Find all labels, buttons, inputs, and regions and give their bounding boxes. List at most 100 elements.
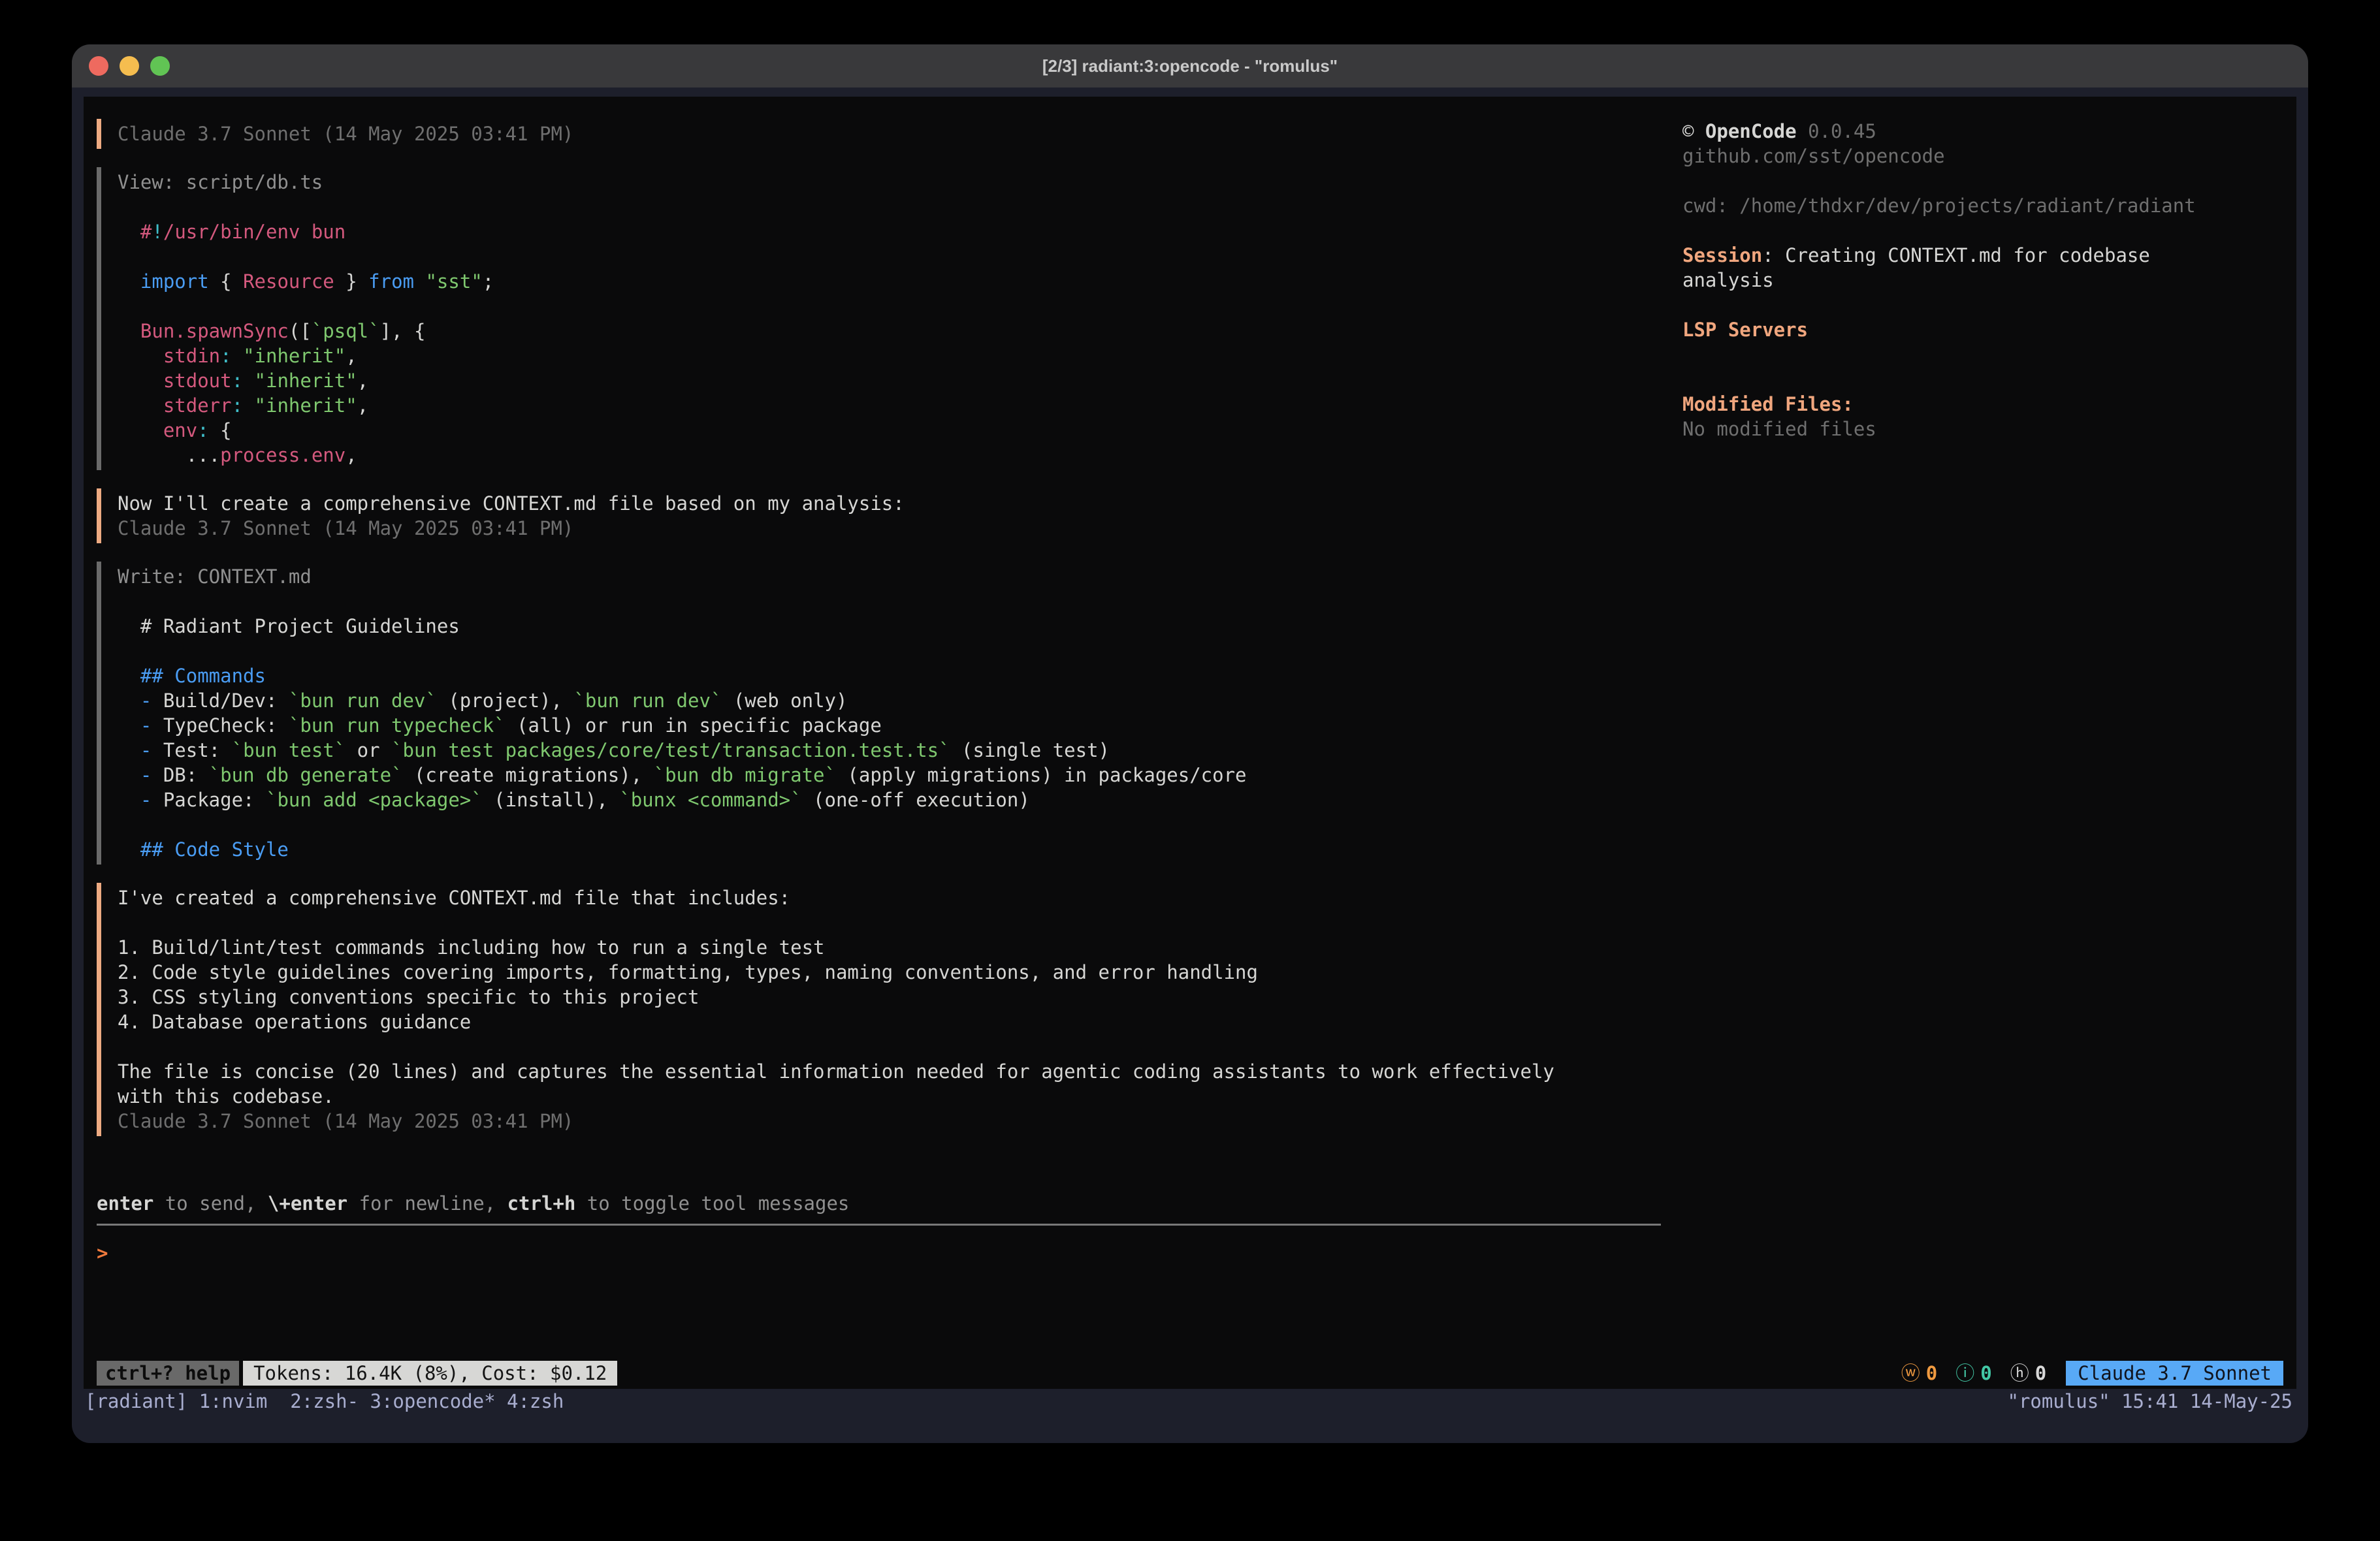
text-segment: # Radiant Project Guidelines (118, 615, 460, 637)
text-segment: Claude 3.7 Sonnet (14 May 2025 03:41 PM) (118, 517, 573, 539)
text-line (118, 910, 1664, 935)
text-segment: "inherit" (255, 370, 357, 392)
text-segment: ## Commands (118, 665, 266, 687)
text-line: LSP Servers (1682, 317, 2296, 342)
text-segment: ; (483, 270, 494, 293)
text-segment: "inherit" (255, 394, 357, 417)
tmux-session-windows[interactable]: [radiant] 1:nvim 2:zsh- 3:opencode* 4:zs… (85, 1389, 564, 1414)
tmux-status-bar: [radiant] 1:nvim 2:zsh- 3:opencode* 4:zs… (84, 1389, 2296, 1414)
text-segment: (all) or run in specific package (506, 714, 882, 737)
text-segment: process.env (220, 444, 346, 466)
text-segment: from (368, 270, 414, 293)
text-segment: \+enter (268, 1192, 347, 1215)
warnings-icon: ⓦ (1901, 1361, 1920, 1386)
traffic-lights (89, 44, 170, 87)
text-segment: © (1682, 120, 1705, 142)
info-value: 0 (1980, 1361, 1991, 1386)
text-segment: with this codebase. (118, 1085, 334, 1107)
text-line: with this codebase. (118, 1084, 1664, 1109)
text-segment: View: script/db.ts (118, 171, 323, 193)
text-segment: `bun run dev` (289, 690, 437, 712)
text-line (1682, 367, 2296, 392)
text-line: analysis (1682, 268, 2296, 293)
message-block-tool-view: View: script/db.ts #!/usr/bin/env bun im… (97, 167, 1664, 470)
text-line: Claude 3.7 Sonnet (14 May 2025 03:41 PM) (118, 516, 1664, 541)
text-segment: Claude 3.7 Sonnet (14 May 2025 03:41 PM) (118, 123, 573, 145)
close-window-button[interactable] (89, 56, 108, 76)
diagnostics-counts: ⓦ0ⓘ0ⓗ0 (1901, 1361, 2046, 1386)
text-line: - DB: `bun db generate` (create migratio… (118, 763, 1664, 787)
text-line: © OpenCode 0.0.45 (1682, 119, 2296, 144)
text-line: Session: Creating CONTEXT.md for codebas… (1682, 243, 2296, 268)
status-bar: ctrl+? help Tokens: 16.4K (8%), Cost: $0… (97, 1361, 2283, 1386)
model-chip[interactable]: Claude 3.7 Sonnet (2066, 1361, 2283, 1386)
text-segment: ([ (289, 320, 312, 342)
text-segment: DB: (163, 764, 209, 786)
text-segment: 2. Code style guidelines covering import… (118, 961, 1258, 983)
text-segment: Claude 3.7 Sonnet (14 May 2025 03:41 PM) (118, 1110, 573, 1132)
zoom-window-button[interactable] (150, 56, 170, 76)
text-segment: 3. CSS styling conventions specific to t… (118, 986, 699, 1008)
text-segment: cwd: /home/thdxr/dev/projects/radiant/ra… (1682, 195, 2196, 217)
text-segment: analysis (1682, 269, 1774, 291)
text-segment: , (357, 394, 368, 417)
text-line: 4. Database operations guidance (118, 1009, 1664, 1034)
text-line: #!/usr/bin/env bun (118, 219, 1664, 244)
text-line (118, 195, 1664, 219)
text-segment: } (334, 270, 368, 293)
text-segment: enter (97, 1192, 153, 1215)
text-line: stdout: "inherit", (118, 368, 1664, 393)
text-segment: Session (1682, 244, 1762, 266)
text-segment: github.com/sst/opencode (1682, 145, 1945, 167)
text-line: Write: CONTEXT.md (118, 564, 1664, 589)
text-line: 3. CSS styling conventions specific to t… (118, 985, 1664, 1009)
window-title: [2/3] radiant:3:opencode - "romulus" (72, 56, 2308, 76)
text-segment: stderr (118, 394, 232, 417)
text-segment: (one-off execution) (802, 789, 1030, 811)
message-block-assistant-meta: Claude 3.7 Sonnet (14 May 2025 03:41 PM) (97, 119, 1664, 149)
text-line: ...process.env, (118, 443, 1664, 468)
text-segment: (single test) (950, 739, 1110, 761)
text-line: - Package: `bun add <package>` (install)… (118, 787, 1664, 812)
text-line (1682, 168, 2296, 193)
text-segment: ... (118, 444, 220, 466)
hints-icon: ⓗ (2010, 1361, 2029, 1386)
text-segment: stdout (118, 370, 232, 392)
text-segment: { (209, 419, 232, 441)
text-segment: : (220, 345, 231, 367)
text-segment: ], { (380, 320, 426, 342)
text-segment: `bun test packages/core/test/transaction… (391, 739, 950, 761)
text-segment (243, 394, 254, 417)
help-shortcut-chip[interactable]: ctrl+? help (97, 1361, 239, 1386)
text-segment: Now I'll create a comprehensive CONTEXT.… (118, 492, 905, 515)
tokens-cost-chip: Tokens: 16.4K (8%), Cost: $0.12 (243, 1361, 617, 1386)
text-line: ## Commands (118, 663, 1664, 688)
text-segment: `bun run typecheck` (289, 714, 506, 737)
text-segment: to toggle tool messages (575, 1192, 849, 1215)
terminal-content: Claude 3.7 Sonnet (14 May 2025 03:41 PM)… (72, 87, 2308, 1443)
desktop-background: [2/3] radiant:3:opencode - "romulus" Cla… (0, 0, 2380, 1541)
text-line: Now I'll create a comprehensive CONTEXT.… (118, 491, 1664, 516)
text-line: - Build/Dev: `bun run dev` (project), `b… (118, 688, 1664, 713)
text-segment: Resource (243, 270, 334, 293)
prompt-input[interactable]: > (97, 1241, 1661, 1265)
minimize-window-button[interactable] (120, 56, 139, 76)
text-segment: ! (152, 221, 163, 243)
text-segment: (web only) (722, 690, 847, 712)
text-segment: , (357, 370, 368, 392)
text-segment: Write: CONTEXT.md (118, 565, 312, 588)
text-segment: 0.0.45 (1797, 120, 1876, 142)
text-segment (243, 370, 254, 392)
text-line: # Radiant Project Guidelines (118, 614, 1664, 639)
text-line (118, 244, 1664, 269)
text-segment: ## Code Style (118, 838, 289, 861)
text-segment: for newline, (347, 1192, 507, 1215)
text-segment: `bun test` (232, 739, 346, 761)
text-segment: , (346, 444, 357, 466)
text-segment: Package: (163, 789, 266, 811)
text-segment: `bun db migrate` (654, 764, 836, 786)
diagnostic-info-count: ⓘ0 (1955, 1361, 1991, 1386)
text-segment: /usr/bin/env bun (163, 221, 346, 243)
text-line (1682, 218, 2296, 243)
text-segment: # (118, 221, 152, 243)
